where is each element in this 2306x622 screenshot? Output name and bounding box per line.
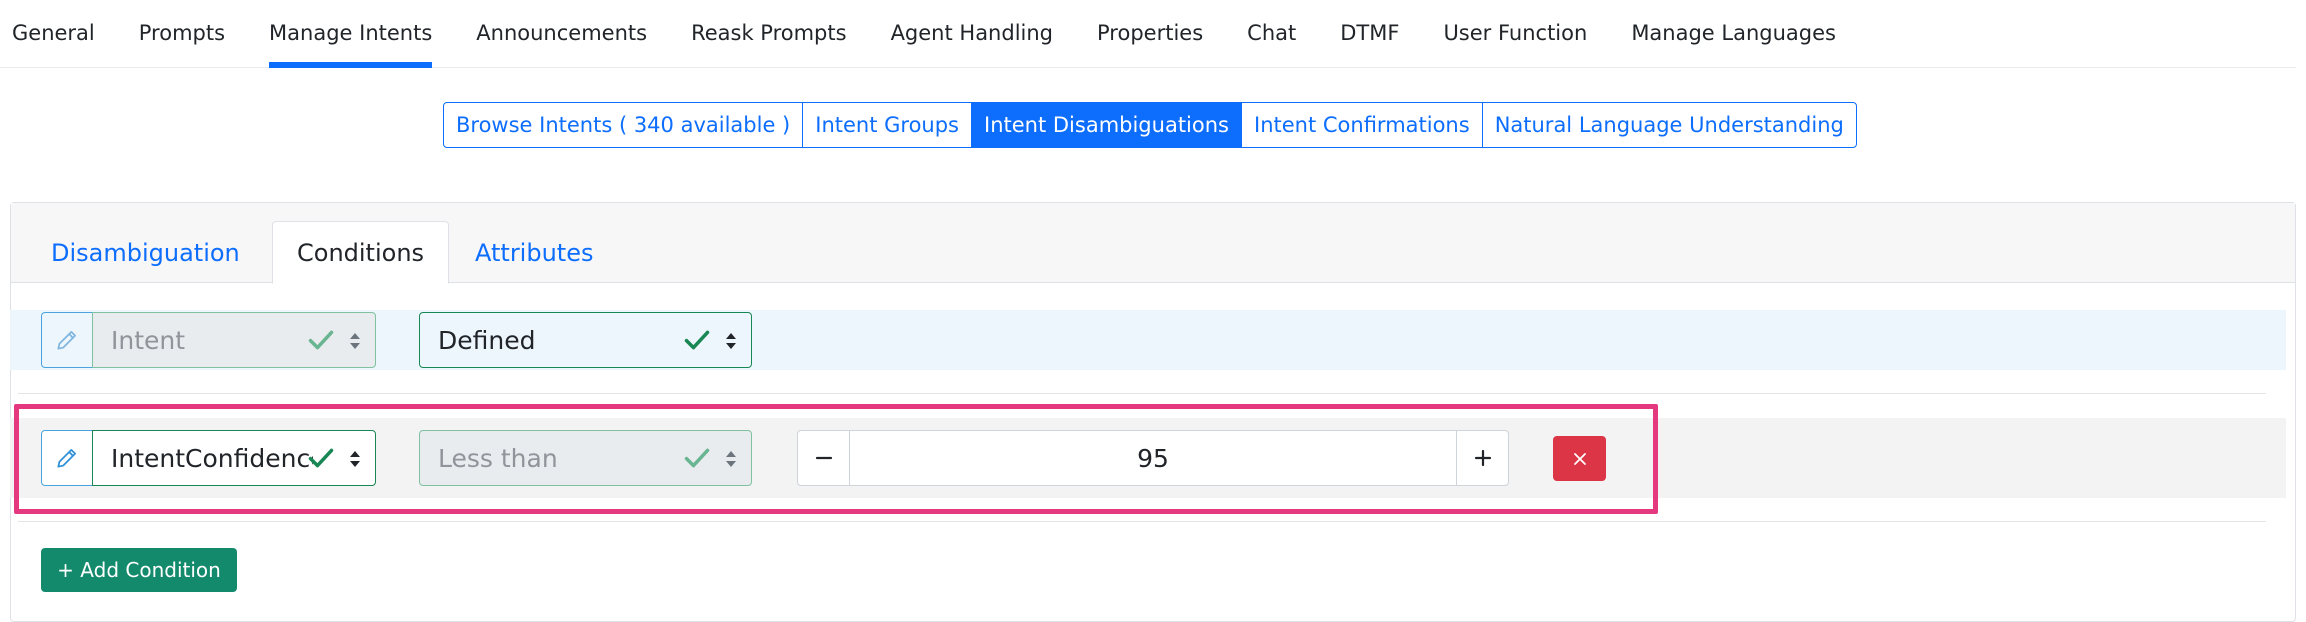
condition-operator-select[interactable]: Less than [419, 430, 752, 486]
condition-field-select[interactable]: IntentConfidence [92, 430, 376, 486]
card-tab-attributes[interactable]: Attributes [451, 221, 617, 284]
tab-chat[interactable]: Chat [1225, 0, 1318, 66]
intent-nav-intent-groups[interactable]: Intent Groups [802, 102, 972, 148]
decrement-button[interactable] [798, 431, 850, 485]
tab-reask-prompts[interactable]: Reask Prompts [669, 0, 869, 66]
card-tabs: Disambiguation Conditions Attributes [11, 203, 2295, 284]
tab-dtmf[interactable]: DTMF [1318, 0, 1421, 66]
tab-general[interactable]: General [0, 0, 117, 66]
tab-user-function[interactable]: User Function [1421, 0, 1609, 66]
intent-nav-intent-disambiguations[interactable]: Intent Disambiguations [971, 102, 1242, 148]
row-divider [18, 521, 2266, 522]
condition-field-value: IntentConfidence [111, 443, 313, 473]
condition-value-stepper [797, 430, 1509, 486]
plus-icon [1474, 449, 1491, 467]
intent-nav-intent-confirmations[interactable]: Intent Confirmations [1241, 102, 1483, 148]
tab-announcements[interactable]: Announcements [454, 0, 669, 66]
condition-operator-value: Defined [438, 325, 536, 355]
close-icon [1573, 452, 1586, 465]
condition-operator-value: Less than [438, 443, 558, 473]
sort-arrows-icon [726, 451, 736, 467]
check-icon [684, 330, 710, 350]
delete-condition-button[interactable] [1553, 436, 1606, 481]
add-condition-button[interactable]: + Add Condition [41, 548, 237, 592]
check-icon [684, 448, 710, 468]
condition-field-value: Intent [111, 325, 186, 355]
sort-arrows-icon [350, 451, 360, 467]
condition-value-input[interactable] [850, 431, 1456, 485]
card-tab-disambiguation[interactable]: Disambiguation [27, 221, 264, 284]
tab-manage-languages[interactable]: Manage Languages [1609, 0, 1858, 66]
sort-arrows-icon [350, 333, 360, 349]
edit-field-button[interactable] [41, 430, 93, 486]
sort-arrows-icon [726, 333, 736, 349]
check-icon [308, 330, 334, 350]
condition-operator-select[interactable]: Defined [419, 312, 752, 368]
card-tab-conditions[interactable]: Conditions [272, 221, 450, 284]
tab-agent-handling[interactable]: Agent Handling [869, 0, 1075, 66]
disambiguation-card: Disambiguation Conditions Attributes [10, 202, 2296, 622]
intent-nav-browse-intents[interactable]: Browse Intents ( 340 available ) [443, 102, 804, 148]
intent-nav-nlu[interactable]: Natural Language Understanding [1481, 102, 1857, 148]
increment-button[interactable] [1456, 431, 1508, 485]
minus-icon [815, 456, 832, 460]
top-nav: General Prompts Manage Intents Announcem… [0, 0, 2296, 68]
tab-prompts[interactable]: Prompts [117, 0, 247, 66]
pencil-icon [57, 449, 76, 468]
tab-manage-intents[interactable]: Manage Intents [247, 0, 454, 68]
check-icon [308, 448, 334, 468]
pencil-icon [57, 331, 76, 350]
tab-properties[interactable]: Properties [1075, 0, 1225, 66]
edit-field-button[interactable] [41, 312, 93, 368]
condition-field-select[interactable]: Intent [92, 312, 376, 368]
row-divider [18, 393, 2266, 394]
intent-nav: Browse Intents ( 340 available ) Intent … [443, 102, 1857, 148]
